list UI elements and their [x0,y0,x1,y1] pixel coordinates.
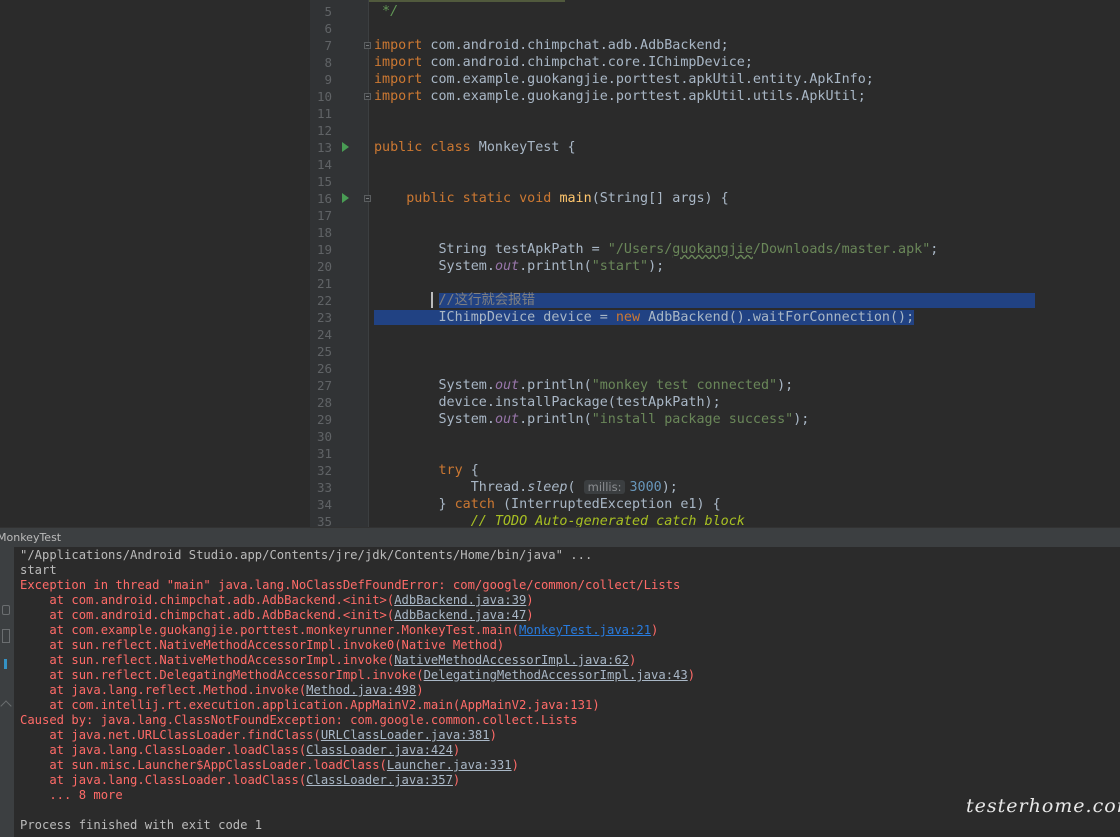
line-number: 27 [316,378,332,393]
code-line[interactable]: */ [374,3,398,20]
wrap-icon[interactable] [2,605,10,615]
console-error-line: at com.example.guokangjie.porttest.monke… [20,623,659,637]
line-number: 29 [316,412,332,427]
line-number: 32 [316,463,332,478]
code-line[interactable]: System.out.println("start"); [374,258,664,275]
fold-icon[interactable] [364,93,371,100]
code-line[interactable]: public class MonkeyTest { [374,139,576,156]
run-config-name: MonkeyTest [0,531,62,544]
line-number: 28 [316,395,332,410]
console-line: "/Applications/Android Studio.app/Conten… [20,548,593,562]
line-number: 17 [316,208,332,223]
console-error-line: at sun.misc.Launcher$AppClassLoader.load… [20,758,519,772]
code-line[interactable]: import com.android.chimpchat.adb.AdbBack… [374,37,729,54]
code-line[interactable]: //这行就会报错 [374,292,1035,309]
line-number: 18 [316,225,332,240]
code-line[interactable]: System.out.println("monkey test connecte… [374,377,793,394]
console-error-line: at com.android.chimpchat.adb.AdbBackend.… [20,593,534,607]
console-line: Process finished with exit code 1 [20,818,263,832]
console-line: start [20,563,57,577]
text-caret [431,292,433,308]
console-error-line: at java.net.URLClassLoader.findClass(URL… [20,728,497,742]
line-number: 30 [316,429,332,444]
project-pane [0,0,310,527]
console-error-line: Caused by: java.lang.ClassNotFoundExcept… [20,713,578,727]
code-line[interactable]: import com.android.chimpchat.core.IChimp… [374,54,753,71]
code-line[interactable]: import com.example.guokangjie.porttest.a… [374,71,874,88]
console-error-line: at java.lang.ClassLoader.loadClass(Class… [20,743,461,757]
line-number: 19 [316,242,332,257]
editor-top-highlight [369,0,565,2]
line-number: 21 [316,276,332,291]
console-error-line: Exception in thread "main" java.lang.NoC… [20,578,681,592]
line-number: 25 [316,344,332,359]
line-number: 31 [316,446,332,461]
console-error-line: at java.lang.reflect.Method.invoke(Metho… [20,683,424,697]
run-gutter-icon[interactable] [342,193,349,203]
line-number: 23 [316,310,332,325]
console-error-line: at sun.reflect.DelegatingMethodAccessorI… [20,668,696,682]
line-number: 33 [316,480,332,495]
code-line[interactable]: // TODO Auto-generated catch block [374,513,745,527]
line-number: 14 [316,157,332,172]
line-number: 12 [316,123,332,138]
line-number: 8 [324,55,332,70]
line-number: 9 [324,72,332,87]
code-line[interactable]: device.installPackage(testApkPath); [374,394,720,411]
console-output[interactable]: "/Applications/Android Studio.app/Conten… [14,547,1120,837]
line-number: 11 [316,106,332,121]
up-arrow-icon[interactable] [0,700,12,712]
watermark-logo: testerhome.com [966,795,1120,817]
line-number: 5 [324,4,332,19]
line-number: 16 [316,191,332,206]
print-icon[interactable] [4,659,7,669]
line-number: 13 [316,140,332,155]
fold-icon[interactable] [364,42,371,49]
scroll-to-end-icon[interactable] [2,629,10,643]
line-number: 15 [316,174,332,189]
run-console-title[interactable]: MonkeyTest [0,527,1120,547]
line-number: 7 [324,38,332,53]
console-toolbar [0,547,14,837]
run-gutter-icon[interactable] [342,142,349,152]
console-error-line: at sun.reflect.NativeMethodAccessorImpl.… [20,638,505,652]
code-line[interactable]: public static void main(String[] args) { [374,190,729,207]
code-line[interactable]: IChimpDevice device = new AdbBackend().w… [374,309,915,326]
line-number: 34 [316,497,332,512]
line-number: 24 [316,327,332,342]
line-number: 10 [316,89,332,104]
line-number: 20 [316,259,332,274]
console-error-line: at java.lang.ClassLoader.loadClass(Class… [20,773,461,787]
console-error-line: at com.intellij.rt.execution.application… [20,698,600,712]
code-line[interactable]: String testApkPath = "/Users/guokangjie/… [374,241,938,258]
code-line[interactable]: Thread.sleep( millis: 3000); [374,479,678,496]
line-number: 22 [316,293,332,308]
code-line[interactable]: try { [374,462,479,479]
console-error-line: at sun.reflect.NativeMethodAccessorImpl.… [20,653,637,667]
code-line[interactable]: import com.example.guokangjie.porttest.a… [374,88,866,105]
code-line[interactable]: System.out.println("install package succ… [374,411,809,428]
line-number: 6 [324,21,332,36]
fold-icon[interactable] [364,195,371,202]
console-error-line: at com.android.chimpchat.adb.AdbBackend.… [20,608,534,622]
code-editor[interactable]: */ import com.android.chimpchat.adb.AdbBa… [369,0,1120,527]
code-line[interactable]: } catch (InterruptedException e1) { [374,496,720,513]
console-error-line: ... 8 more [20,788,123,802]
line-number: 26 [316,361,332,376]
line-number: 35 [316,514,332,529]
